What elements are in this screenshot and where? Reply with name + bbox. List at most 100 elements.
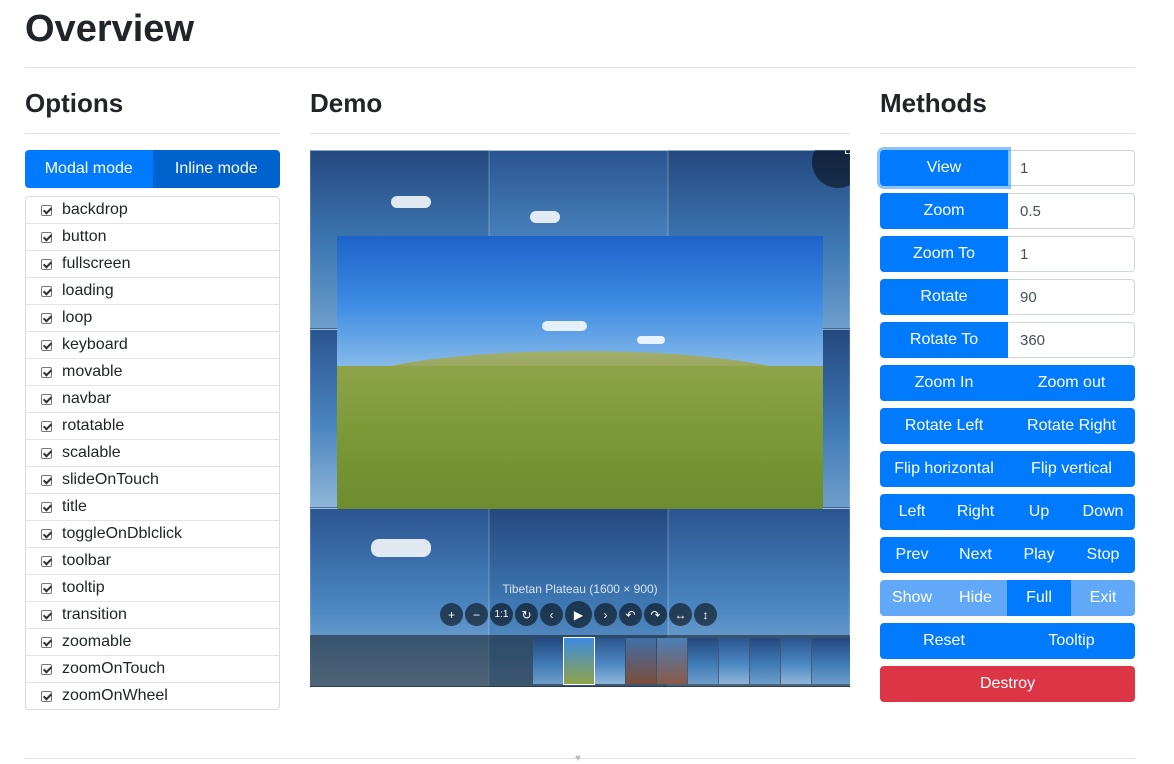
inline-mode-button[interactable]: Inline mode [152, 150, 280, 188]
flip-vertical-icon[interactable]: ↕ [694, 603, 717, 626]
thumbnail[interactable] [781, 638, 811, 684]
reset-button[interactable]: Reset [880, 623, 1008, 659]
flip-horizontal-button[interactable]: Flip horizontal [880, 451, 1008, 487]
option-item[interactable]: tooltip [26, 574, 279, 601]
thumbnail[interactable] [812, 638, 850, 684]
play-button[interactable]: Play [1007, 537, 1071, 573]
show-button[interactable]: Show [880, 580, 944, 616]
option-item[interactable]: navbar [26, 385, 279, 412]
zoom-button[interactable]: Zoom [880, 193, 1008, 229]
option-label: navbar [62, 390, 111, 407]
tooltip-button[interactable]: Tooltip [1008, 623, 1135, 659]
rotate-left-button[interactable]: Rotate Left [880, 408, 1008, 444]
option-item[interactable]: scalable [26, 439, 279, 466]
rotate-button[interactable]: Rotate [880, 279, 1008, 315]
checkbox[interactable] [41, 609, 52, 621]
view-button[interactable]: View [880, 150, 1008, 186]
flip-horizontal-icon[interactable]: ↔ [669, 603, 692, 626]
prev-button[interactable]: Prev [880, 537, 944, 573]
zoom-in-button[interactable]: Zoom In [880, 365, 1008, 401]
checkbox[interactable] [41, 528, 52, 540]
one-to-one-icon[interactable]: 1:1 [490, 603, 513, 626]
checkbox[interactable] [41, 393, 52, 405]
option-item[interactable]: zoomOnWheel [26, 682, 279, 709]
checkbox[interactable] [41, 663, 52, 675]
option-item[interactable]: keyboard [26, 331, 279, 358]
rotate-to-input[interactable]: 360 [1008, 322, 1135, 358]
rotate-left-icon[interactable]: ↶ [619, 603, 642, 626]
checkbox[interactable] [41, 501, 52, 513]
checkbox[interactable] [41, 339, 52, 351]
thumbnail[interactable] [657, 638, 687, 684]
checkbox[interactable] [41, 690, 52, 702]
option-item[interactable]: title [26, 493, 279, 520]
next-icon[interactable]: › [594, 603, 617, 626]
mode-toggle: Modal mode Inline mode [25, 150, 280, 188]
checkbox[interactable] [41, 555, 52, 567]
full-button[interactable]: Full [1007, 580, 1071, 616]
flip-vertical-button[interactable]: Flip vertical [1008, 451, 1135, 487]
reset-icon[interactable]: ↻ [515, 603, 538, 626]
modal-mode-button[interactable]: Modal mode [25, 150, 153, 188]
option-item[interactable]: button [26, 223, 279, 250]
thumbnail[interactable] [719, 638, 749, 684]
move-left-button[interactable]: Left [880, 494, 944, 530]
option-item[interactable]: fullscreen [26, 250, 279, 277]
option-item[interactable]: movable [26, 358, 279, 385]
viewer-image[interactable] [337, 236, 823, 509]
destroy-button[interactable]: Destroy [880, 666, 1135, 702]
zoom-to-button[interactable]: Zoom To [880, 236, 1008, 272]
rotate-input[interactable]: 90 [1008, 279, 1135, 315]
option-item[interactable]: toggleOnDblclick [26, 520, 279, 547]
view-input[interactable]: 1 [1008, 150, 1135, 186]
rotate-right-icon[interactable]: ↷ [644, 603, 667, 626]
option-item[interactable]: transition [26, 601, 279, 628]
option-item[interactable]: rotatable [26, 412, 279, 439]
checkbox[interactable] [41, 231, 52, 243]
checkbox[interactable] [41, 420, 52, 432]
rotate-right-button[interactable]: Rotate Right [1008, 408, 1135, 444]
thumbnail[interactable] [563, 637, 595, 685]
thumbnail[interactable] [688, 638, 718, 684]
option-item[interactable]: slideOnTouch [26, 466, 279, 493]
checkbox[interactable] [41, 582, 52, 594]
checkbox[interactable] [41, 285, 52, 297]
exit-button[interactable]: Exit [1071, 580, 1135, 616]
checkbox[interactable] [41, 366, 52, 378]
checkbox[interactable] [41, 636, 52, 648]
zoom-group: Zoom In Zoom out [880, 365, 1135, 401]
thumbnail[interactable] [750, 638, 780, 684]
checkbox[interactable] [41, 447, 52, 459]
stop-button[interactable]: Stop [1071, 537, 1135, 573]
move-right-button[interactable]: Right [944, 494, 1007, 530]
prev-icon[interactable]: ‹ [540, 603, 563, 626]
option-label: loop [62, 309, 93, 326]
zoom-input[interactable]: 0.5 [1008, 193, 1135, 229]
play-icon[interactable]: ▶ [565, 601, 592, 628]
checkbox[interactable] [41, 312, 52, 324]
zoom-in-icon[interactable]: + [440, 603, 463, 626]
next-button[interactable]: Next [944, 537, 1007, 573]
move-down-button[interactable]: Down [1071, 494, 1135, 530]
viewer-container[interactable]: Tibetan Plateau (1600 × 900) + −1:1 ↻ ‹ ▶ › ↶ ↷… [310, 150, 850, 687]
option-item[interactable]: zoomable [26, 628, 279, 655]
thumbnail[interactable] [595, 638, 625, 684]
rotate-to-button[interactable]: Rotate To [880, 322, 1008, 358]
hide-button[interactable]: Hide [944, 580, 1007, 616]
checkbox[interactable] [41, 258, 52, 270]
thumbnail[interactable] [533, 638, 563, 684]
thumbnail[interactable] [626, 638, 656, 684]
move-up-button[interactable]: Up [1007, 494, 1071, 530]
checkbox[interactable] [41, 474, 52, 486]
option-item[interactable]: zoomOnTouch [26, 655, 279, 682]
checkbox[interactable] [41, 204, 52, 216]
option-item[interactable]: loading [26, 277, 279, 304]
option-item[interactable]: backdrop [26, 197, 279, 223]
option-label: scalable [62, 444, 121, 461]
zoom-out-icon[interactable]: − [465, 603, 488, 626]
destroy-row: Destroy [880, 666, 1135, 702]
option-item[interactable]: toolbar [26, 547, 279, 574]
zoom-to-input[interactable]: 1 [1008, 236, 1135, 272]
zoom-out-button[interactable]: Zoom out [1008, 365, 1135, 401]
option-item[interactable]: loop [26, 304, 279, 331]
